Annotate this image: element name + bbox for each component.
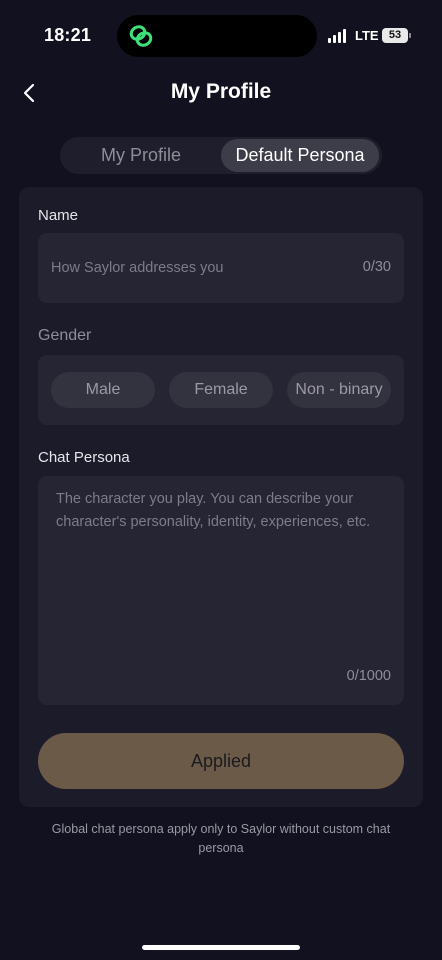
chat-persona-counter: 0/1000 (346, 668, 391, 684)
battery-cap (409, 33, 411, 38)
gender-option-male[interactable]: Male (51, 372, 155, 408)
page-title: My Profile (170, 80, 272, 103)
signal-icon (328, 29, 350, 43)
status-bar: 18:21 LTE 53 (0, 0, 442, 70)
gender-option-female[interactable]: Female (169, 372, 273, 408)
status-time: 18:21 (44, 25, 92, 45)
link-icon (129, 25, 153, 47)
chat-persona-label: Chat Persona (38, 449, 130, 466)
chat-persona-placeholder: The character you play. You can describe… (56, 491, 371, 530)
name-counter: 0/30 (362, 259, 391, 275)
battery-icon: 53 (382, 28, 408, 43)
gender-option-non-binary[interactable]: Non - binary (287, 372, 391, 408)
name-input[interactable]: How Saylor addresses you 0/30 (38, 233, 404, 303)
profile-tabs: My Profile Default Persona (60, 137, 382, 174)
network-type: LTE (355, 28, 379, 43)
footnote-text: Global chat persona apply only to Saylor… (51, 822, 391, 855)
tab-default-persona[interactable]: Default Persona (221, 139, 379, 172)
name-label: Name (38, 207, 79, 224)
gender-label: Gender (38, 327, 92, 344)
tab-my-profile[interactable]: My Profile (72, 137, 210, 174)
chat-persona-textarea[interactable]: The character you play. You can describe… (38, 476, 404, 705)
profile-screen: 18:21 LTE 53 My Profile My Profile Defau… (0, 0, 442, 960)
dynamic-island (117, 15, 317, 57)
applied-button[interactable]: Applied (38, 733, 404, 789)
persona-form-card: Name How Saylor addresses you 0/30 Gende… (19, 187, 423, 807)
gender-selector: Male Female Non - binary (38, 355, 404, 425)
name-placeholder: How Saylor addresses you (51, 260, 224, 276)
home-indicator (142, 945, 300, 950)
